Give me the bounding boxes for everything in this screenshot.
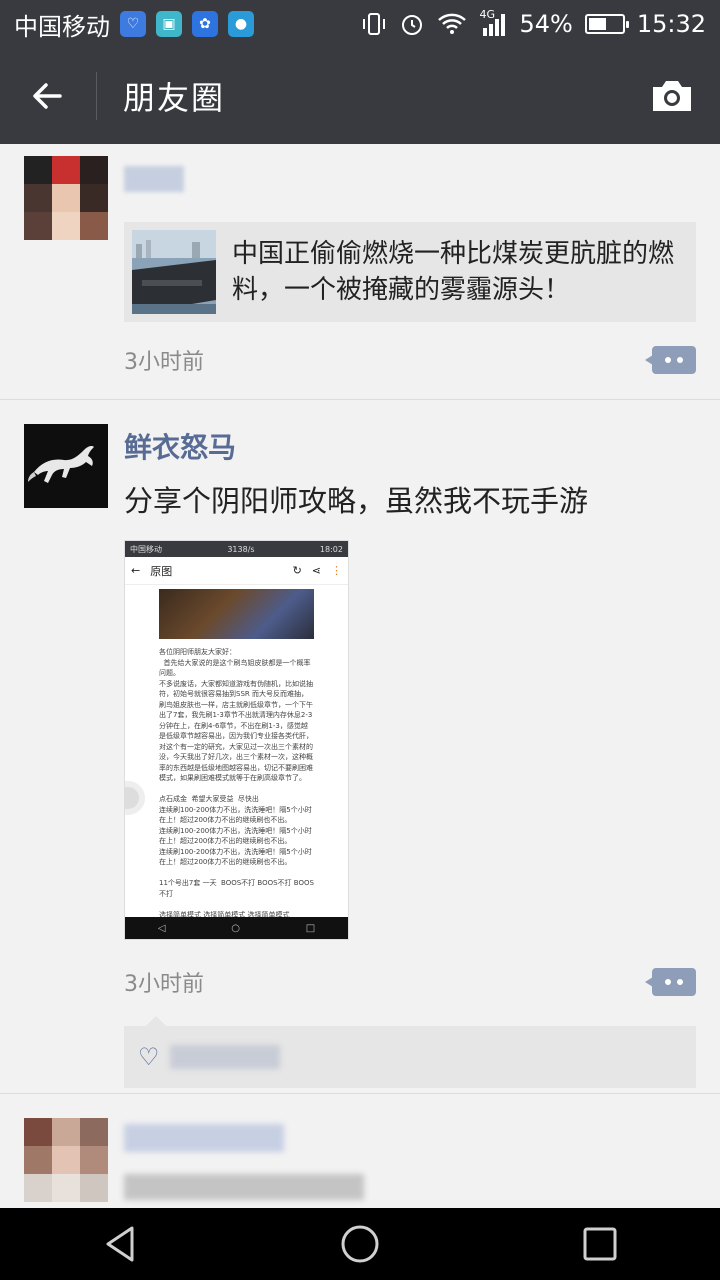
image-speed: 3138/s [227, 544, 255, 554]
feed-post: 鲜衣怒马 分享个阴阳师攻略，虽然我不玩手游 中国移动 3138/s 18:02 … [0, 400, 720, 1094]
link-card[interactable]: 中国正偷偷燃烧一种比煤炭更肮脏的燃料，一个被掩藏的雾霾源头！ [124, 222, 696, 322]
image-nav-recent-icon: □ [305, 922, 316, 934]
dot-icon [677, 357, 683, 363]
gallery-app-icon: ▣ [156, 11, 182, 37]
moments-feed[interactable]: 中国正偷偷燃烧一种比煤炭更肮脏的燃料，一个被掩藏的雾霾源头！ 3小时前 鲜衣怒马… [0, 144, 720, 1208]
nav-back-button[interactable] [80, 1208, 160, 1280]
header-divider [96, 72, 97, 120]
back-button[interactable] [0, 48, 96, 144]
square-recents-icon [583, 1227, 617, 1261]
post-timestamp: 3小时前 [124, 350, 204, 375]
image-nav-bar: ◁ ○ □ [125, 917, 348, 939]
likes-box: ♡ [124, 1016, 696, 1088]
comment-button[interactable] [645, 346, 696, 374]
post-text: 分享个阴阳师攻略，虽然我不玩手游 [124, 484, 589, 518]
heart-icon: ♡ [138, 1043, 160, 1071]
alarm-icon [399, 11, 425, 37]
vibrate-icon [361, 11, 387, 37]
camera-button[interactable] [624, 48, 720, 144]
post-image[interactable]: 中国移动 3138/s 18:02 ← 原图 ↻ ⋖ ⋮ 各位阴阳师朋友大家好：… [124, 540, 349, 940]
battery-icon [584, 14, 629, 34]
page-title: 朋友圈 [123, 79, 226, 117]
image-header: ← 原图 ↻ ⋖ ⋮ [125, 557, 348, 585]
image-back-icon: ← [131, 564, 141, 577]
battery-percent: 54% [519, 10, 573, 38]
image-more-icon: ⋮ [331, 564, 342, 577]
link-title: 中国正偷偷燃烧一种比煤炭更肮脏的燃料，一个被掩藏的雾霾源头！ [232, 239, 675, 305]
image-carrier: 中国移动 [130, 544, 162, 554]
wifi-icon [437, 12, 467, 36]
image-time: 18:02 [319, 544, 343, 554]
dot-icon [677, 979, 683, 985]
blurred-username [124, 1124, 284, 1152]
baidu-app-icon: ✿ [192, 11, 218, 37]
image-share-icon: ⋖ [311, 564, 321, 577]
avatar[interactable] [24, 1118, 108, 1202]
app-header: 朋友圈 [0, 48, 720, 144]
poster-name[interactable]: 鲜衣怒马 [124, 426, 696, 466]
avatar[interactable] [24, 156, 108, 240]
circle-home-icon [341, 1225, 379, 1263]
dot-icon [665, 357, 671, 363]
nav-home-button[interactable] [320, 1208, 400, 1280]
health-app-icon: ♡ [120, 11, 146, 37]
arrow-left-icon [33, 83, 62, 109]
status-bar: 中国移动 ♡ ▣ ✿ ● 4G 54% 15:32 [0, 0, 720, 48]
network-label: 4G [479, 8, 496, 21]
link-thumbnail [132, 230, 216, 314]
image-status-bar: 中国移动 3138/s 18:02 [125, 541, 348, 557]
image-article-text: 各位阴阳师朋友大家好： 首先给大家说的是这个刷鸟姐皮肤都是一个概率问题。 不多说… [159, 648, 314, 919]
image-nav-home-icon: ○ [231, 922, 240, 934]
blurred-username [124, 166, 184, 192]
carrier-label: 中国移动 [14, 12, 110, 41]
image-nav-back-icon: ◁ [157, 922, 166, 934]
triangle-back-icon [106, 1226, 134, 1262]
feed-post [0, 1094, 720, 1208]
image-title: 原图 [150, 564, 173, 578]
feed-post: 中国正偷偷燃烧一种比煤炭更肮脏的燃料，一个被掩藏的雾霾源头！ 3小时前 [0, 144, 720, 400]
camera-icon [653, 81, 691, 111]
message-app-icon: ● [228, 11, 254, 37]
dot-icon [665, 979, 671, 985]
system-nav-bar [0, 1208, 720, 1280]
image-refresh-icon: ↻ [292, 564, 302, 577]
signal-icon: 4G [479, 8, 507, 36]
clock: 15:32 [636, 10, 706, 38]
comment-button[interactable] [645, 968, 696, 996]
blurred-likers [169, 1045, 280, 1069]
image-game-banner [159, 589, 314, 639]
nav-recents-button[interactable] [560, 1208, 640, 1280]
blurred-post-text [124, 1174, 364, 1200]
avatar[interactable] [24, 424, 108, 508]
post-timestamp: 3小时前 [124, 972, 204, 997]
